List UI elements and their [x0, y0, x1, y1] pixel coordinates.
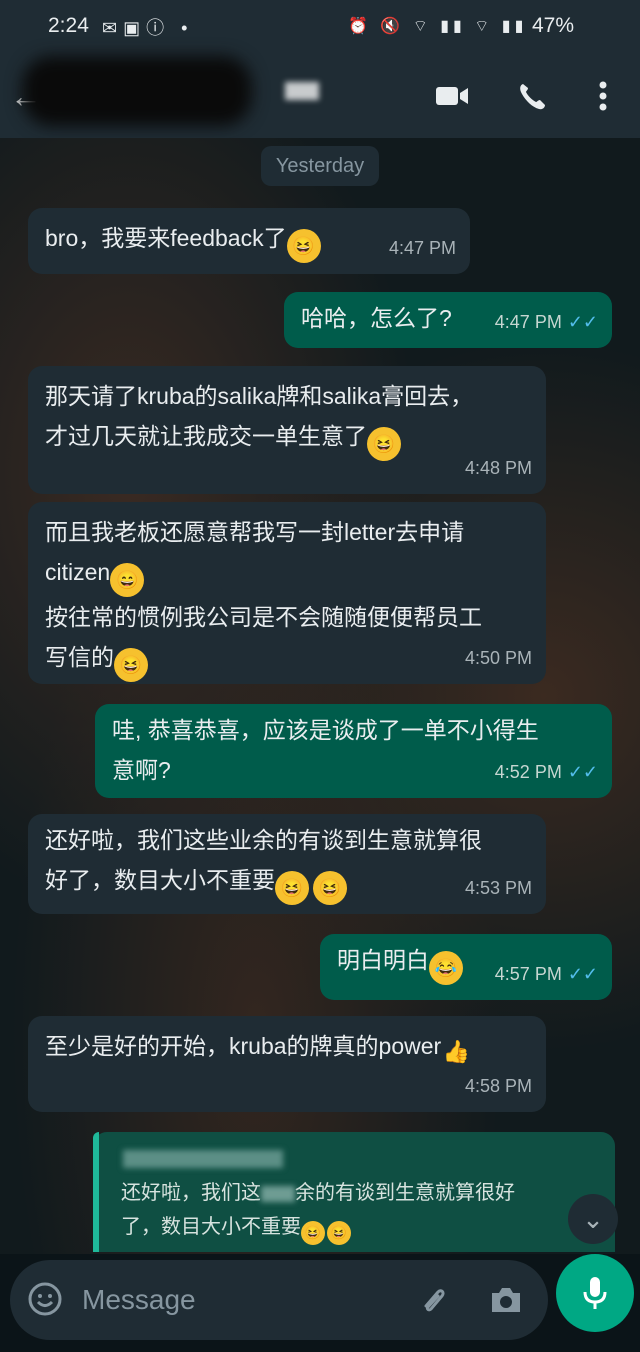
message-input-container[interactable] [10, 1260, 548, 1340]
outgoing-message[interactable]: 明白明白 😂 4:57 PM ✓✓ [320, 934, 612, 1000]
incoming-message[interactable]: 还好啦，我们这些业余的有谈到生意就算很 好了，数目大小不重要 😆 😆 4:53 PM [28, 814, 546, 914]
message-text-line: 写信的 [45, 644, 114, 670]
message-text-line: 还好啦，我们这些业余的有谈到生意就算很 [45, 827, 482, 853]
reply-sender-redacted [123, 1150, 283, 1168]
rolling-laughing-emoji-icon: 😆 [313, 871, 347, 905]
double-chevron-down-icon: ⌄ [582, 1203, 604, 1234]
status-time: 2:24 [48, 14, 89, 37]
reply-text-line: 了，数目大小不重要 [121, 1216, 301, 1238]
microphone-icon [583, 1277, 607, 1309]
contact-status-redacted [285, 82, 319, 100]
message-text-line: 那天请了kruba的salika牌和salika膏回去， [45, 383, 474, 409]
rolling-laughing-emoji-icon: 😆 [301, 1221, 325, 1245]
outgoing-message[interactable]: 哈哈，怎么了? 4:47 PM ✓✓ [284, 292, 612, 348]
message-time: 4:47 PM [388, 238, 456, 258]
reply-redacted-word [261, 1185, 295, 1202]
rolling-laughing-emoji-icon: 😆 [367, 427, 401, 461]
date-chip: Yesterday [261, 146, 379, 186]
rolling-laughing-emoji-icon: 😆 [114, 648, 148, 682]
rolling-laughing-emoji-icon: 😆 [275, 871, 309, 905]
grinning-emoji-icon: 😄 [110, 563, 145, 597]
chat-header: ← [0, 56, 640, 138]
message-time: 4:53 PM [464, 878, 532, 898]
message-text: bro，我要来feedback了 [45, 225, 287, 251]
scroll-to-bottom-button[interactable]: ⌄ [568, 1194, 618, 1244]
message-input[interactable] [80, 1276, 394, 1324]
message-list[interactable]: Yesterday bro，我要来feedback了 😆 4:47 PM 哈哈，怎… [0, 138, 640, 1254]
reply-text-line: 还好啦，我们这 [121, 1182, 261, 1204]
incoming-message[interactable]: 至少是好的开始，kruba的牌真的power👍 4:58 PM [28, 1016, 546, 1112]
camera-icon[interactable] [486, 1280, 526, 1320]
voice-message-button[interactable] [556, 1254, 634, 1332]
message-text-line: 意啊? [112, 757, 171, 783]
composer-bar [0, 1254, 640, 1352]
thumbs-up-emoji-icon: 👍 [442, 1039, 470, 1064]
voice-call-icon[interactable] [510, 74, 554, 118]
contact-name-redacted[interactable] [22, 56, 252, 126]
incoming-message[interactable]: 而且我老板还愿意帮我写一封letter去申请 citizen 😄 按往常的惯例我公… [28, 502, 546, 684]
more-options-icon[interactable] [581, 74, 625, 118]
emoji-icon[interactable] [28, 1282, 62, 1316]
reply-text-line: 余的有谈到生意就算很好 [295, 1182, 515, 1204]
incoming-message[interactable]: 那天请了kruba的salika牌和salika膏回去， 才过几天就让我成交一单… [28, 366, 546, 494]
outgoing-message[interactable]: 哇, 恭喜恭喜，应该是谈成了一单不小得生 意啊? 4:52 PM ✓✓ [95, 704, 612, 798]
message-text-line: citizen [45, 559, 111, 585]
message-text: 至少是好的开始，kruba的牌真的power [45, 1033, 442, 1059]
battery-level: 47% [532, 14, 575, 37]
video-call-icon[interactable] [430, 74, 474, 118]
message-time: 4:57 PM [494, 964, 562, 984]
read-receipt-icon: ✓✓ [567, 312, 598, 332]
reply-accent-bar [93, 1132, 99, 1252]
message-text-line: 而且我老板还愿意帮我写一封letter去申请 [45, 519, 465, 545]
signal-icons: ⏰ 🔇 ⌔ ▮▮ ⌔ ▮▮ [348, 18, 528, 35]
status-bar: 2:24 ✉▣ⓘ • ⏰ 🔇 ⌔ ▮▮ ⌔ ▮▮ 47% [0, 0, 640, 56]
read-receipt-icon: ✓✓ [567, 762, 598, 782]
message-text-line: 哇, 恭喜恭喜，应该是谈成了一单不小得生 [112, 717, 539, 743]
attachment-paperclip-icon[interactable] [414, 1280, 454, 1320]
message-text: 哈哈，怎么了? [301, 305, 452, 331]
incoming-message[interactable]: bro，我要来feedback了 😆 4:47 PM [28, 208, 470, 274]
message-text-line: 才过几天就让我成交一单生意了 [45, 423, 367, 449]
message-time: 4:58 PM [464, 1076, 532, 1096]
message-text: 明白明白 [337, 947, 429, 973]
message-text-line: 好了，数目大小不重要 [45, 867, 275, 893]
notification-icons: ✉▣ⓘ • [102, 18, 194, 38]
rolling-laughing-emoji-icon: 😆 [286, 229, 321, 263]
message-time: 4:52 PM [494, 762, 562, 782]
message-time: 4:48 PM [464, 458, 532, 478]
reply-preview[interactable]: 还好啦，我们这 余的有谈到生意就算很好 了，数目大小不重要 😆 😆 [93, 1132, 615, 1252]
message-time: 4:47 PM [494, 312, 562, 332]
message-text-line: 按往常的惯例我公司是不会随随便便帮员工 [45, 604, 482, 630]
message-time: 4:50 PM [464, 648, 532, 668]
joy-emoji-icon: 😂 [429, 951, 463, 985]
read-receipt-icon: ✓✓ [567, 964, 598, 984]
rolling-laughing-emoji-icon: 😆 [327, 1221, 351, 1245]
